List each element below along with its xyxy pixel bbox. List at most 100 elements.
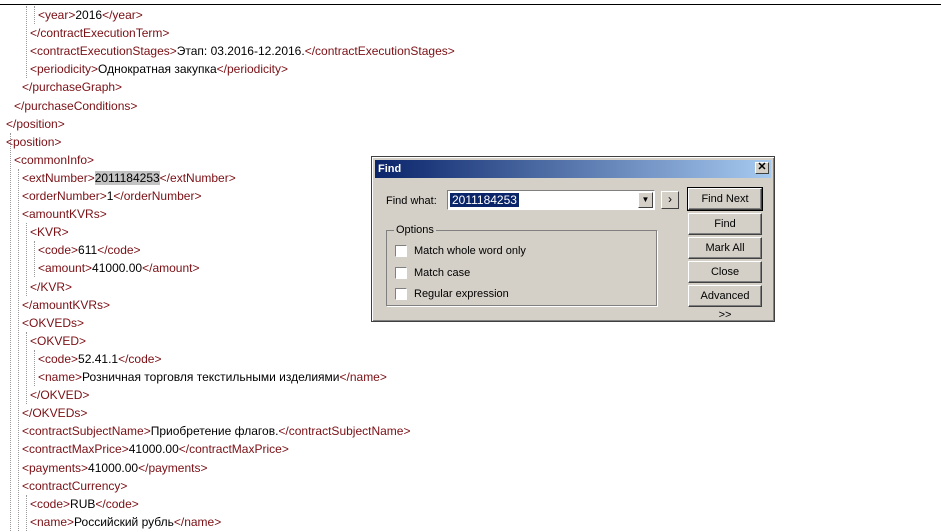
close-button[interactable]: Close	[688, 261, 762, 283]
xml-open-tag: <contractSubjectName>	[22, 424, 151, 439]
xml-close-tag: </periodicity>	[216, 62, 289, 77]
xml-line[interactable]: <code>611</code>	[38, 241, 141, 259]
mark-all-button[interactable]: Mark All	[688, 237, 762, 259]
find-dialog-title: Find	[378, 163, 402, 175]
xml-line[interactable]: <contractSubjectName>Приобретение флагов…	[22, 422, 410, 440]
options-group: Options Match whole word only Match case…	[386, 223, 657, 306]
xml-text-value: 52.41.1	[78, 351, 119, 366]
xml-line[interactable]: </KVR>	[30, 278, 72, 296]
xml-text-value: 2016	[75, 8, 103, 22]
checkbox[interactable]	[395, 267, 407, 279]
xml-open-tag: <contractMaxPrice>	[22, 442, 129, 457]
xml-close-tag: </year>	[102, 8, 143, 22]
xml-line[interactable]: <OKVEDs>	[22, 314, 84, 332]
xml-line[interactable]: <extNumber>2011184253</extNumber>	[22, 169, 236, 187]
xml-open-tag: <year>	[38, 8, 76, 22]
find-next-button[interactable]: Find Next	[687, 187, 763, 211]
xml-close-tag: </contractExecutionStages>	[304, 44, 455, 59]
xml-open-tag: </purchaseGraph>	[22, 80, 123, 95]
xml-open-tag: <code>	[38, 243, 79, 258]
xml-open-tag: <amount>	[38, 261, 93, 276]
xml-line[interactable]: <periodicity>Однократная закупка</period…	[30, 60, 288, 78]
xml-close-tag: </name>	[173, 514, 222, 529]
editor-top-border	[0, 0, 941, 5]
xml-open-tag: <OKVED>	[30, 333, 87, 348]
indent-guide	[10, 132, 11, 531]
xml-text-value: 41000.00	[128, 442, 179, 457]
xml-text-value: Однократная закупка	[98, 62, 217, 77]
xml-open-tag: <commonInfo>	[14, 152, 95, 167]
xml-line[interactable]: <code>RUB</code>	[30, 495, 139, 513]
xml-open-tag: <contractCurrency>	[22, 478, 128, 493]
xml-line[interactable]: <payments>41000.00</payments>	[22, 459, 207, 477]
xml-close-tag: </code>	[118, 351, 162, 366]
option-label: Match whole word only	[414, 245, 526, 257]
indent-guide	[26, 331, 27, 405]
xml-open-tag: </position>	[6, 116, 65, 131]
find-what-value[interactable]: 2011184253	[450, 193, 519, 207]
checkbox[interactable]	[395, 245, 407, 257]
xml-line[interactable]: <amountKVRs>	[22, 205, 107, 223]
xml-open-tag: <code>	[38, 351, 79, 366]
xml-open-tag: <OKVEDs>	[22, 315, 85, 330]
xml-line[interactable]: <code>52.41.1</code>	[38, 350, 161, 368]
xml-line[interactable]: <commonInfo>	[14, 151, 94, 169]
xml-line[interactable]: <contractExecutionStages>Этап: 03.2016-1…	[30, 42, 455, 60]
xml-open-tag: </purchaseConditions>	[14, 98, 138, 113]
chevron-down-icon[interactable]: ▼	[638, 192, 653, 208]
xml-open-tag: <name>	[30, 514, 75, 529]
xml-line[interactable]: </amountKVRs>	[22, 296, 110, 314]
xml-open-tag: </contractExecutionTerm>	[30, 26, 170, 41]
xml-line[interactable]: <orderNumber>1</orderNumber>	[22, 187, 201, 205]
option-label: Regular expression	[414, 288, 509, 300]
xml-line[interactable]: </OKVED>	[30, 386, 89, 404]
xml-open-tag: <periodicity>	[30, 62, 99, 77]
find-what-label: Find what:	[386, 195, 437, 207]
indent-guide	[18, 168, 19, 531]
find-dialog-titlebar[interactable]: Find ✕	[375, 160, 771, 178]
xml-text-value: Этап: 03.2016-12.2016.	[176, 44, 305, 59]
xml-line[interactable]: </purchaseConditions>	[14, 97, 137, 115]
xml-text-value: Приобретение флагов.	[150, 424, 279, 439]
xml-text-value: 611	[78, 243, 98, 258]
indent-guide	[26, 6, 27, 79]
xml-close-tag: </extNumber>	[159, 170, 236, 185]
xml-line[interactable]: </contractExecutionTerm>	[30, 24, 169, 42]
xml-open-tag: <contractExecutionStages>	[30, 44, 177, 59]
xml-close-tag: </amount>	[142, 261, 200, 276]
advanced-button[interactable]: Advanced >>	[688, 285, 762, 321]
xml-open-tag: <extNumber>	[22, 170, 95, 185]
xml-line[interactable]: </OKVEDs>	[22, 404, 87, 422]
indent-guide	[34, 349, 35, 387]
xml-line[interactable]: <OKVED>	[30, 332, 86, 350]
xml-open-tag: <KVR>	[30, 225, 69, 240]
xml-open-tag: <payments>	[22, 460, 89, 475]
indent-guide	[34, 241, 35, 278]
xml-line[interactable]: <contractMaxPrice>41000.00</contractMaxP…	[22, 440, 289, 458]
close-icon[interactable]: ✕	[755, 162, 769, 174]
expand-arrow-button[interactable]: ›	[661, 191, 679, 209]
xml-line[interactable]: </position>	[6, 115, 65, 133]
xml-line[interactable]: </purchaseGraph>	[22, 78, 122, 96]
indent-guide	[34, 6, 35, 25]
xml-open-tag: </OKVEDs>	[22, 406, 88, 421]
xml-text-value: Розничная торговля текстильными изделиям…	[82, 370, 340, 384]
find-what-input[interactable]: 2011184253 ▼	[447, 190, 655, 210]
xml-text-value: 41000.00	[92, 261, 143, 276]
xml-close-tag: </name>	[339, 370, 387, 384]
find-dialog[interactable]: Find ✕ Find what: 2011184253 ▼ › Options…	[371, 156, 775, 322]
xml-line[interactable]: <name>Российский рубль</name>	[30, 513, 221, 531]
xml-line[interactable]: <amount>41000.00</amount>	[38, 259, 199, 277]
checkbox[interactable]	[395, 288, 407, 300]
xml-line[interactable]: <year>2016</year>	[38, 6, 143, 24]
xml-line[interactable]: <KVR>	[30, 223, 69, 241]
xml-close-tag: </orderNumber>	[113, 189, 202, 203]
indent-guide	[26, 223, 27, 296]
xml-line[interactable]: <name>Розничная торговля текстильными из…	[38, 368, 387, 386]
xml-line[interactable]: <contractCurrency>	[22, 477, 127, 495]
xml-open-tag: <position>	[6, 134, 62, 149]
find-previous-button[interactable]: Find Previous	[688, 213, 762, 249]
xml-line[interactable]: <position>	[6, 133, 61, 151]
xml-text-value: 41000.00	[88, 460, 139, 475]
search-match-highlight: 2011184253	[94, 170, 160, 185]
